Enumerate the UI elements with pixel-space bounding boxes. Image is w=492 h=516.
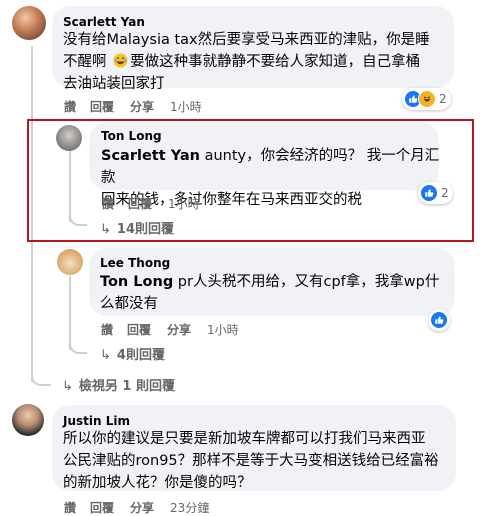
like-button[interactable]: 讚 — [64, 499, 76, 516]
comment-author[interactable]: Justin Lim — [63, 414, 130, 428]
view-replies-link[interactable]: ↳ 4則回覆 — [100, 344, 165, 363]
reply-arrow-icon: ↳ — [100, 348, 111, 363]
share-button[interactable]: 分享 — [130, 499, 154, 516]
reply-button[interactable]: 回覆 — [90, 98, 114, 115]
comment-author[interactable]: Lee Thong — [100, 256, 170, 270]
comment-actions: 讚回覆 分享 23分鐘 — [64, 499, 209, 516]
share-button[interactable]: 分享 — [130, 98, 154, 115]
avatar[interactable] — [56, 125, 82, 151]
reactions-count: 2 — [441, 186, 449, 200]
view-replies-link[interactable]: ↳ 14則回覆 — [100, 218, 174, 237]
avatar[interactable] — [57, 249, 83, 275]
share-button[interactable]: 分享 — [167, 321, 191, 338]
like-button[interactable]: 讚 — [101, 321, 113, 338]
reactions-summary[interactable]: 2 — [418, 182, 453, 204]
comment-text: Ton Long pr人头税不用给，又有cpf拿，我拿wp什 么都没有 — [100, 274, 440, 312]
reply-button[interactable]: 回覆 — [127, 321, 151, 338]
like-reaction-icon — [420, 184, 438, 202]
thread-branch — [69, 336, 87, 354]
reply-arrow-icon: ↳ — [62, 379, 73, 394]
avatar[interactable] — [12, 6, 46, 40]
thread-branch — [31, 366, 51, 386]
comment-text: 没有给Malaysia tax然后要享受马来西亚的津贴，你是睡 不醒啊 要做这种… — [63, 32, 430, 92]
avatar[interactable] — [12, 404, 44, 436]
comment-actions: 讚回覆 分享 1小時 — [101, 321, 239, 338]
haha-reaction-icon — [418, 90, 436, 108]
like-button[interactable]: 讚 — [64, 98, 76, 115]
like-reaction-icon — [430, 311, 448, 329]
timestamp[interactable]: 23分鐘 — [170, 499, 209, 516]
timestamp[interactable]: 1小時 — [207, 321, 239, 338]
comment-actions: 讚回覆 分享 1小時 — [64, 98, 202, 115]
reply-button[interactable]: 回覆 — [90, 499, 114, 516]
mention-link[interactable]: Scarlett Yan — [101, 148, 200, 164]
comment-author[interactable]: Scarlett Yan — [63, 15, 145, 29]
timestamp[interactable]: 1小時 — [170, 98, 202, 115]
reactions-summary[interactable]: 2 — [402, 88, 451, 110]
reactions-summary[interactable] — [428, 309, 450, 331]
like-button[interactable]: 讚 — [102, 195, 114, 212]
comment-text: 所以你的建议是只要是新加坡车牌都可以打我们马来西亚 公民津贴的ron95？那样不… — [63, 431, 439, 491]
comment-actions: 讚回覆 1小時 — [102, 195, 200, 212]
view-more-replies-link[interactable]: ↳ 檢視另 1 則回覆 — [62, 375, 175, 394]
reply-button[interactable]: 回覆 — [128, 195, 152, 212]
laugh-emoji-icon — [113, 53, 128, 68]
comment-author[interactable]: Ton Long — [101, 129, 162, 143]
reply-arrow-icon: ↳ — [100, 222, 111, 237]
reactions-count: 2 — [439, 92, 447, 106]
timestamp[interactable]: 1小時 — [168, 195, 200, 212]
mention-link[interactable]: Ton Long — [100, 274, 173, 290]
